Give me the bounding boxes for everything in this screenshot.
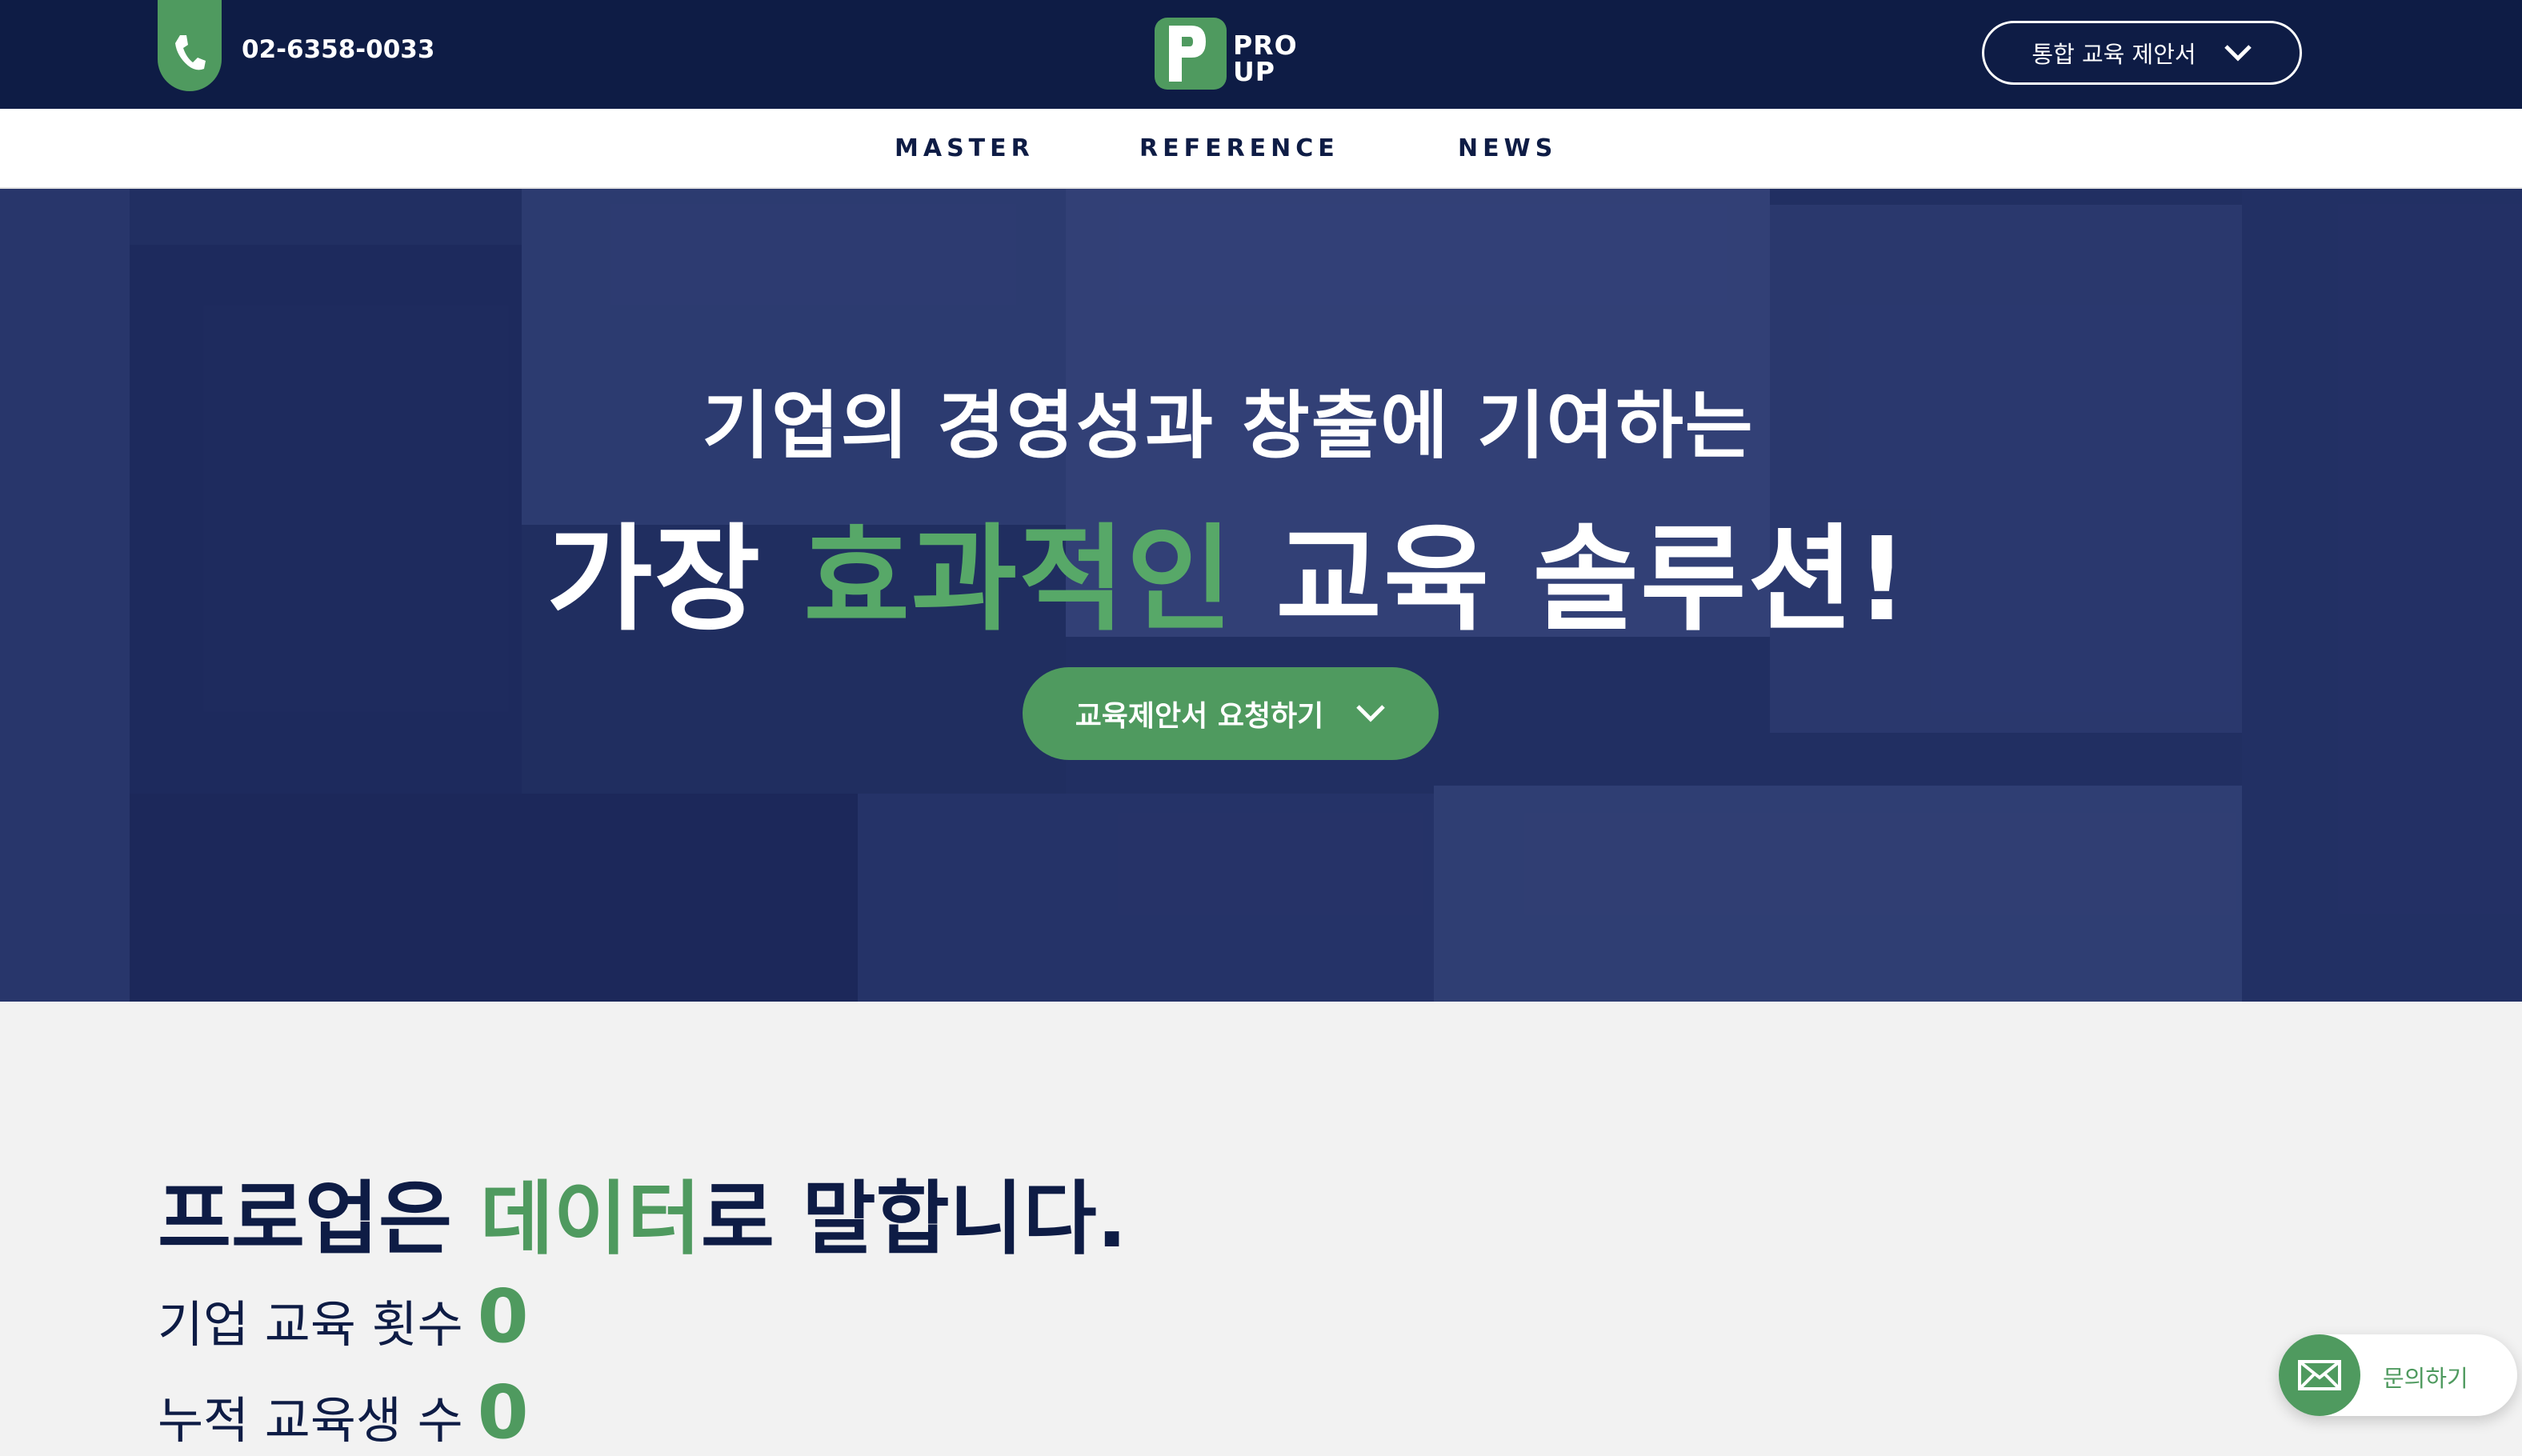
proposal-button-label: 통합 교육 제안서: [2032, 41, 2196, 68]
contact-icon-circle: [2279, 1334, 2360, 1416]
logo-wordmark: PRO UP: [1233, 32, 1298, 85]
nav-item-master[interactable]: MASTER: [895, 134, 1035, 162]
stat-value: 0: [477, 1370, 529, 1455]
chevron-down-icon: [2224, 45, 2252, 62]
headline-pre: 프로업은: [158, 1172, 452, 1266]
stat-value: 0: [477, 1274, 529, 1359]
request-proposal-button[interactable]: 교육제안서 요청하기: [1023, 667, 1439, 760]
top-header: 02-6358-0033 PRO UP 통합 교육 제안서: [0, 0, 2522, 109]
nav-item-news[interactable]: NEWS: [1458, 134, 1557, 162]
logo-line-2: UP: [1233, 56, 1275, 87]
hero-title-pre: 가장: [546, 512, 763, 646]
proposal-dropdown-button[interactable]: 통합 교육 제안서: [1982, 21, 2302, 85]
contact-floating-button[interactable]: 문의하기: [2279, 1334, 2517, 1416]
hero-title-post: 교육 솔루션!: [1275, 512, 1910, 646]
contact-label: 문의하기: [2383, 1365, 2468, 1392]
logo-line-1: PRO: [1233, 30, 1298, 61]
nav-item-reference[interactable]: REFERENCE: [1139, 134, 1339, 162]
main-nav: MASTER REFERENCE NEWS: [0, 109, 2522, 189]
stat-row: 기업 교육 횟수 0: [158, 1274, 529, 1359]
phone-icon: [175, 35, 206, 70]
stats-section: 프로업은 데이터로 말합니다. 기업 교육 횟수 0 누적 교육생 수 0: [0, 1002, 2522, 1456]
hero-subtitle: 기업의 경영성과 창출에 기여하는: [702, 383, 1755, 469]
stat-label: 누적 교육생 수: [158, 1391, 463, 1450]
phone-tab[interactable]: [158, 0, 222, 91]
mail-icon: [2298, 1360, 2341, 1390]
headline-accent: 데이터: [479, 1172, 701, 1266]
logo-mark: [1155, 18, 1227, 90]
logo[interactable]: PRO UP: [1155, 18, 1299, 91]
cta-label: 교육제안서 요청하기: [1075, 700, 1324, 733]
headline-post: 로 말합니다.: [700, 1172, 1127, 1266]
phone-number[interactable]: 02-6358-0033: [242, 35, 434, 64]
hero-banner: 기업의 경영성과 창출에 기여하는 가장 효과적인 교육 솔루션! 교육제안서 …: [0, 189, 2522, 1002]
stat-row: 누적 교육생 수 0: [158, 1370, 529, 1455]
stats-headline: 프로업은 데이터로 말합니다.: [158, 1154, 1127, 1270]
hero-title-accent: 효과적인: [803, 512, 1235, 646]
chevron-down-icon: [1356, 705, 1386, 722]
hero-title: 가장 효과적인 교육 솔루션!: [0, 486, 2456, 653]
stat-label: 기업 교육 횟수: [158, 1295, 463, 1354]
